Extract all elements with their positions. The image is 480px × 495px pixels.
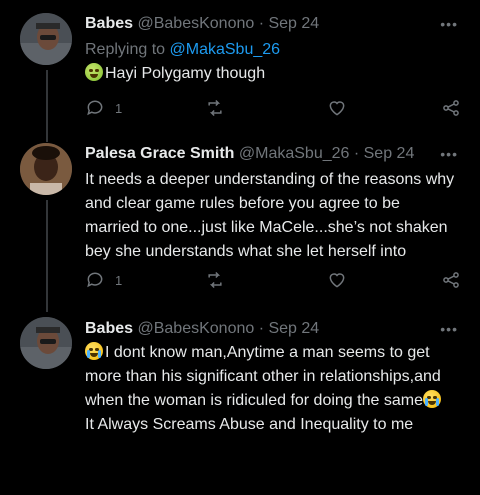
reply-icon bbox=[87, 272, 103, 288]
tweet-text-line: bey she understands what she let herself… bbox=[85, 243, 407, 260]
avatar[interactable] bbox=[20, 13, 72, 65]
separator: · bbox=[349, 145, 364, 162]
tweet[interactable]: Palesa Grace Smith @MakaSbu_26 · Sep 24 … bbox=[0, 130, 480, 305]
loudly-crying-face-icon bbox=[85, 342, 103, 360]
tweet-text-line: and clear game rules before you agree to… bbox=[85, 195, 400, 212]
tweet-date[interactable]: Sep 24 bbox=[268, 320, 319, 337]
avatar-image bbox=[20, 317, 72, 369]
tweet-text-line: married to one...just like MaCele...she’… bbox=[85, 219, 448, 236]
retweet-button[interactable] bbox=[205, 268, 225, 292]
mention-link[interactable]: @MakaSbu_26 bbox=[170, 41, 281, 58]
tweet-text-line: I dont know man,Anytime a man seems to g… bbox=[105, 344, 430, 361]
user-handle[interactable]: @BabesKonono bbox=[137, 15, 254, 32]
tweet-text: It needs a deeper understanding of the r… bbox=[85, 168, 470, 264]
more-options-icon[interactable]: ••• bbox=[440, 16, 458, 32]
display-name[interactable]: Babes bbox=[85, 320, 133, 337]
more-options-icon[interactable]: ••• bbox=[440, 146, 458, 162]
tweet-date[interactable]: Sep 24 bbox=[268, 15, 319, 32]
retweet-button[interactable] bbox=[205, 96, 225, 120]
heart-icon bbox=[329, 101, 345, 116]
tweet-text: Hayi Polygamy though bbox=[85, 62, 470, 86]
tweet-header: Babes @BabesKonono · Sep 24 bbox=[85, 14, 319, 34]
tweet-header: Palesa Grace Smith @MakaSbu_26 · Sep 24 bbox=[85, 144, 414, 164]
replying-to: Replying to @MakaSbu_26 bbox=[85, 40, 280, 60]
share-icon bbox=[443, 272, 459, 288]
like-button[interactable] bbox=[327, 96, 347, 120]
avatar-image bbox=[20, 143, 72, 195]
tweet-text-line: It Always Screams Abuse and Inequality t… bbox=[85, 416, 414, 433]
share-button[interactable] bbox=[441, 96, 461, 120]
tweet-header: Babes @BabesKonono · Sep 24 bbox=[85, 319, 319, 339]
tweet-text-line: It needs a deeper understanding of the r… bbox=[85, 171, 455, 188]
display-name[interactable]: Babes bbox=[85, 15, 133, 32]
avatar[interactable] bbox=[20, 317, 72, 369]
separator: · bbox=[254, 15, 269, 32]
loudly-crying-face-icon bbox=[422, 390, 441, 408]
avatar-image bbox=[20, 13, 72, 65]
separator: · bbox=[254, 320, 269, 337]
replying-to-label: Replying to bbox=[85, 41, 166, 58]
retweet-icon bbox=[208, 99, 222, 117]
avatar[interactable] bbox=[20, 143, 72, 195]
user-handle[interactable]: @MakaSbu_26 bbox=[239, 145, 350, 162]
nauseated-face-icon bbox=[85, 63, 103, 81]
tweet-actions: 1 bbox=[85, 96, 465, 120]
reply-button[interactable]: 1 bbox=[85, 96, 122, 120]
like-button[interactable] bbox=[327, 268, 347, 292]
tweet-actions: 1 bbox=[85, 268, 465, 292]
heart-icon bbox=[329, 273, 345, 288]
tweet[interactable]: Babes @BabesKonono · Sep 24 ••• Replying… bbox=[0, 0, 480, 130]
reply-button[interactable]: 1 bbox=[85, 268, 122, 292]
reply-count: 1 bbox=[115, 272, 123, 288]
reply-icon bbox=[87, 100, 103, 116]
tweet-date[interactable]: Sep 24 bbox=[364, 145, 415, 162]
user-handle[interactable]: @BabesKonono bbox=[137, 320, 254, 337]
reply-count: 1 bbox=[115, 100, 123, 116]
tweet-text-line: more than his significant other in relat… bbox=[85, 368, 441, 385]
retweet-icon bbox=[208, 271, 222, 289]
more-options-icon[interactable]: ••• bbox=[440, 321, 458, 337]
tweet-text: I dont know man,Anytime a man seems to g… bbox=[85, 341, 470, 437]
tweet[interactable]: Babes @BabesKonono · Sep 24 ••• I dont k… bbox=[0, 305, 480, 495]
share-button[interactable] bbox=[441, 268, 461, 292]
tweet-text-content: Hayi Polygamy though bbox=[105, 65, 266, 82]
share-icon bbox=[443, 100, 459, 116]
tweet-text-line: when the woman is ridiculed for doing th… bbox=[85, 392, 423, 409]
display-name[interactable]: Palesa Grace Smith bbox=[85, 145, 234, 162]
